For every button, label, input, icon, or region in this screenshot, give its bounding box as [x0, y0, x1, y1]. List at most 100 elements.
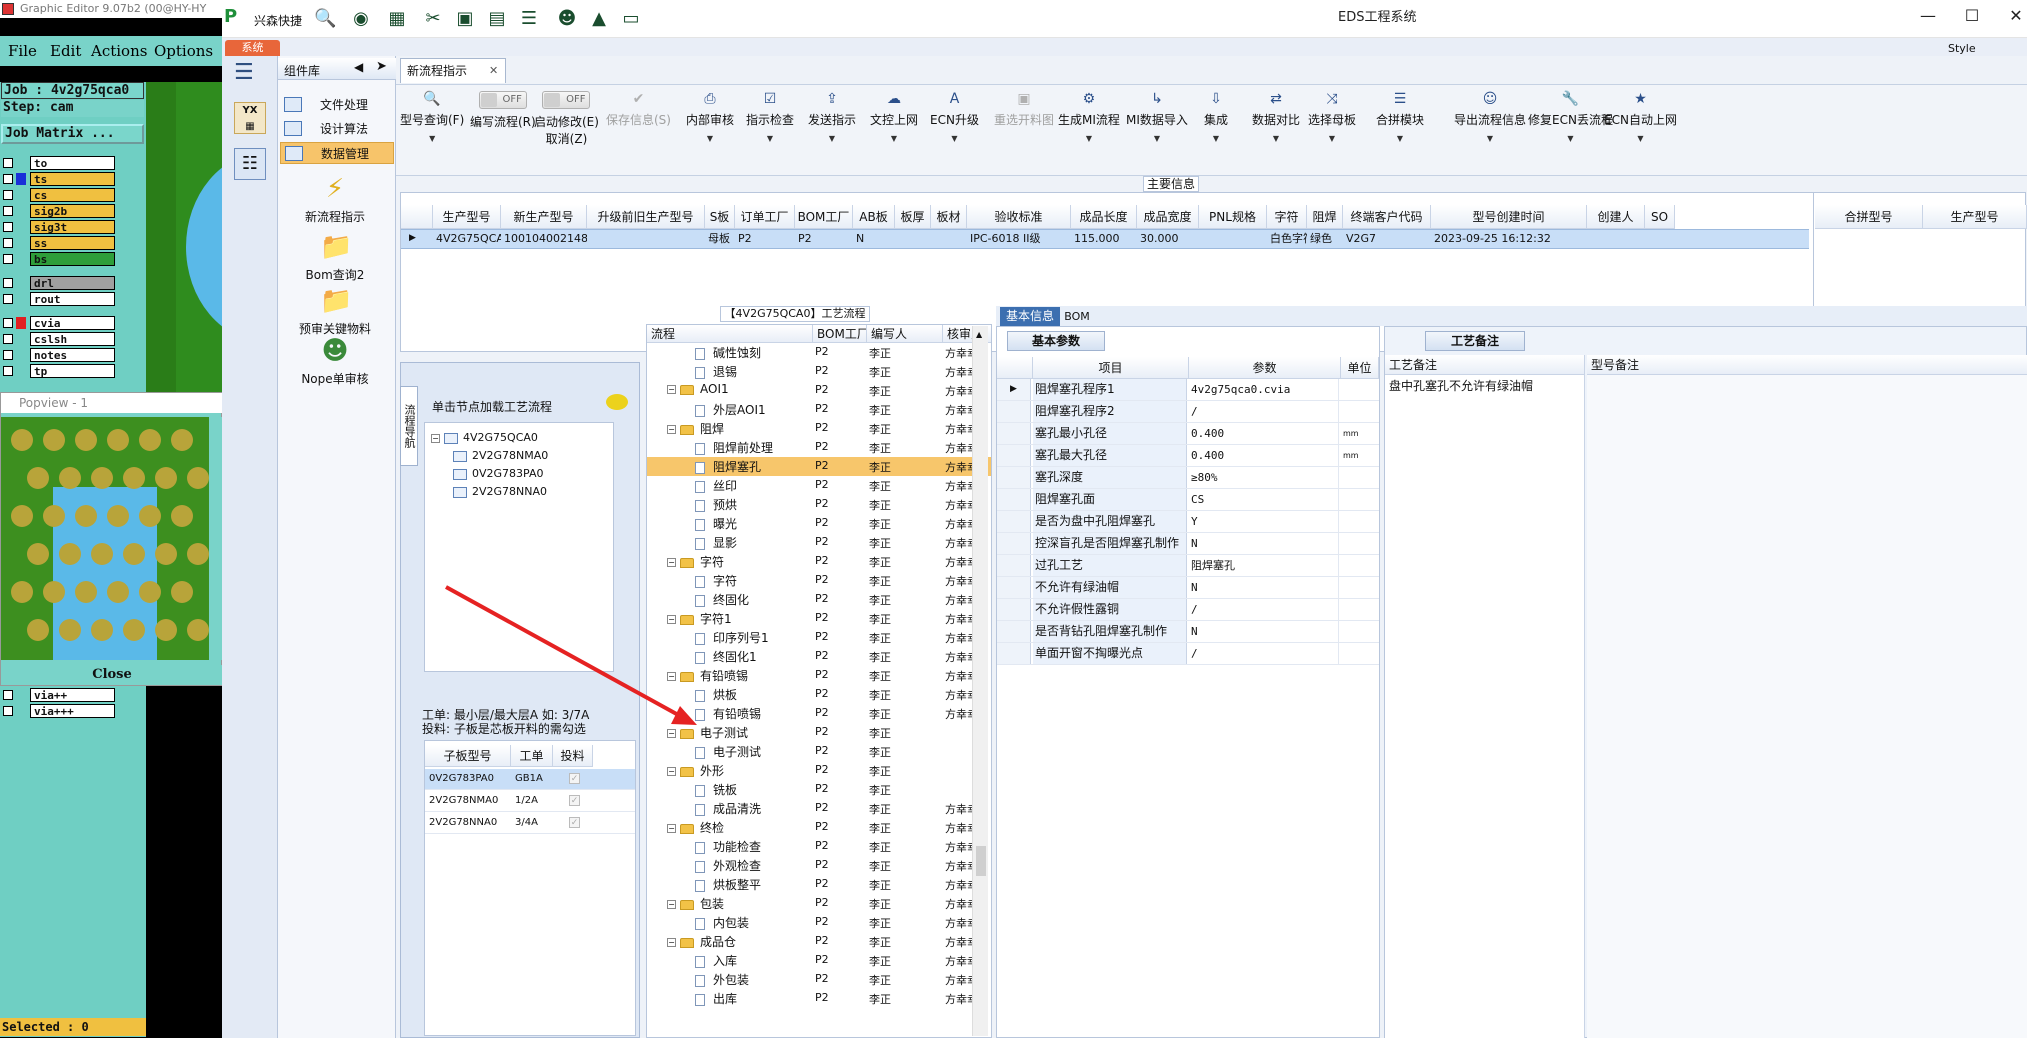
table-row[interactable]: 2V2G78NMA0 1/2A ✓ [425, 791, 635, 812]
grid-header[interactable]: 验收标准 [967, 205, 1071, 229]
tree-child-node[interactable]: 2V2G78NMA0 [453, 449, 548, 462]
new-process-instruction[interactable]: ⚡ 新流程指示 [278, 174, 392, 225]
grid-header[interactable]: 编写人 [867, 325, 943, 343]
process-row[interactable]: −AOI1P2李正方幸幸已审核 [647, 381, 991, 400]
toggle-switch[interactable]: OFF [542, 91, 591, 109]
process-row[interactable]: 成品清洗P2李正方幸幸已审核 [647, 799, 991, 818]
process-row[interactable]: −阻焊P2李正方幸幸已审核 [647, 419, 991, 438]
ribbon-button[interactable]: ⇪ 发送指示 ▼ [808, 91, 856, 143]
tree-root-node[interactable]: −4V2G75QCA0 [431, 431, 538, 444]
collapse-icon[interactable]: − [667, 938, 676, 947]
grid-header[interactable]: 合拼型号 [1815, 205, 1923, 229]
param-value[interactable]: ≥80% [1189, 467, 1339, 488]
param-value[interactable]: N [1189, 577, 1339, 598]
grid-header[interactable]: 子板型号 [425, 745, 511, 767]
grid-header[interactable]: 板厚 [895, 205, 931, 229]
ribbon-button[interactable]: ↳ MI数据导入 ▼ [1126, 91, 1188, 143]
film-icon[interactable]: ▣ [454, 8, 476, 30]
table-row[interactable]: 0V2G783PA0 GB1A ✓ [425, 769, 635, 790]
dropdown-arrow-icon[interactable]: ▼ [930, 134, 979, 143]
param-value[interactable]: Y [1189, 511, 1339, 532]
param-row[interactable]: 不允许有绿油帽 N [997, 577, 1379, 599]
layer-row[interactable]: tp [0, 364, 118, 378]
feed-checkbox-cell[interactable]: ✓ [565, 769, 589, 789]
job-matrix-button[interactable]: Job Matrix ... [1, 124, 144, 144]
process-row[interactable]: 功能检查P2李正方幸幸已审核 [647, 837, 991, 856]
process-row[interactable]: 铣板P2李正已编写 [647, 780, 991, 799]
system-tab[interactable]: 系统 [225, 40, 280, 56]
chat-bubble-icon[interactable] [606, 394, 628, 410]
layer-checkbox[interactable] [3, 158, 13, 168]
scroll-thumb[interactable] [976, 846, 986, 876]
param-row[interactable]: 过孔工艺 阻焊塞孔 [997, 555, 1379, 577]
ribbon-button[interactable]: OFF 编写流程(R) [470, 91, 536, 130]
popview-scrollbar[interactable] [209, 417, 222, 660]
layer-checkbox[interactable] [3, 174, 13, 184]
ribbon-button[interactable]: OFF 启动修改(E) 取消(Z) [534, 91, 599, 147]
grid-header[interactable]: BOM工厂 [795, 205, 853, 229]
grid-header[interactable]: S板 [705, 205, 735, 229]
layer-row[interactable]: cs [0, 188, 118, 202]
grid-header[interactable]: 单位 [1341, 357, 1379, 379]
process-row[interactable]: 丝印P2李正方幸幸已审核 [647, 476, 991, 495]
process-row[interactable]: 外观检查P2李正方幸幸已审核 [647, 856, 991, 875]
pre-review-key-materials[interactable]: 📁 预审关键物料 [278, 286, 392, 337]
dropdown-arrow-icon[interactable]: ▼ [400, 134, 464, 143]
toggle-switch[interactable]: OFF [478, 91, 527, 109]
ribbon-button[interactable]: ⇄ 数据对比 ▼ [1252, 91, 1300, 143]
grid-header[interactable]: 板材 [931, 205, 967, 229]
grid-header[interactable]: 新生产型号 [501, 205, 587, 229]
basic-params-tab[interactable]: 基本参数 [1007, 331, 1105, 351]
process-row[interactable]: −字符P2李正方幸幸已审核 [647, 552, 991, 571]
nav-item-file-processing[interactable]: 文件处理 [280, 94, 394, 116]
menu-edit[interactable]: Edit [50, 42, 81, 60]
ribbon-button[interactable]: ▣ 重选开料图 [994, 91, 1054, 128]
process-row[interactable]: 出库P2李正方幸幸已审核 [647, 989, 991, 1008]
grid-header[interactable]: 生产型号 [433, 205, 501, 229]
process-row[interactable]: −成品仓P2李正方幸幸已审核 [647, 932, 991, 951]
database-icon[interactable]: ☷ [234, 148, 266, 180]
dropdown-arrow-icon[interactable]: ▼ [686, 134, 734, 143]
ribbon-button[interactable]: ☑ 指示检查 ▼ [746, 91, 794, 143]
param-row[interactable]: 单面开窗不掏曝光点 / [997, 643, 1379, 665]
grid-header[interactable]: 项目 [1033, 357, 1189, 379]
layer-checkbox[interactable] [3, 278, 13, 288]
hamburger-icon[interactable]: ☰ [234, 62, 264, 84]
collapse-icon[interactable]: − [667, 385, 676, 394]
param-row[interactable]: 塞孔深度 ≥80% [997, 467, 1379, 489]
dropdown-arrow-icon[interactable]: ▼ [808, 134, 856, 143]
popview-close-button[interactable]: Close [1, 665, 222, 685]
process-row[interactable]: 内包装P2李正方幸幸已审核 [647, 913, 991, 932]
feed-checkbox[interactable]: ✓ [569, 795, 580, 806]
param-value[interactable]: / [1189, 401, 1339, 422]
layer-row[interactable]: cvia [0, 316, 118, 330]
menu-actions[interactable]: Actions [91, 42, 147, 60]
param-row[interactable]: 塞孔最小孔径 0.400 mm [997, 423, 1379, 445]
grid-header[interactable]: 型号创建时间 [1431, 205, 1587, 229]
nav-item-design-algorithm[interactable]: 设计算法 [280, 118, 394, 140]
process-row[interactable]: 显影P2李正方幸幸已审核 [647, 533, 991, 552]
grid-header[interactable]: 流程 [647, 325, 813, 343]
process-row[interactable]: 外包装P2李正方幸幸已审核 [647, 970, 991, 989]
ribbon-button[interactable]: A ECN升级 ▼ [930, 91, 979, 143]
process-row[interactable]: −终检P2李正方幸幸已审核 [647, 818, 991, 837]
param-value[interactable]: 0.400 [1189, 423, 1339, 444]
ribbon-button[interactable]: ⤨ 选择母板 ▼ [1308, 91, 1356, 143]
param-row[interactable]: 控深盲孔是否阻焊塞孔制作 N [997, 533, 1379, 555]
menu-file[interactable]: File [8, 42, 37, 60]
process-row[interactable]: 外层AOI1P2李正方幸幸已审核 [647, 400, 991, 419]
tree-child-node[interactable]: 0V2G783PA0 [453, 467, 544, 480]
grid-header[interactable]: BOM工厂 [813, 325, 867, 343]
process-row[interactable]: −外形P2李正已编写 [647, 761, 991, 780]
process-row[interactable]: 阻焊塞孔P2李正方幸幸已审核 [647, 457, 991, 476]
process-scrollbar[interactable]: ▲ [972, 326, 988, 1036]
dropdown-arrow-icon[interactable]: ▼ [1058, 134, 1120, 143]
dropdown-arrow-icon[interactable]: ▼ [1454, 134, 1526, 143]
dropdown-arrow-icon[interactable]: ▼ [746, 134, 794, 143]
dropdown-arrow-icon[interactable]: ▼ [1528, 134, 1613, 143]
collapse-icon[interactable]: − [667, 672, 676, 681]
collapse-icon[interactable]: − [667, 729, 676, 738]
feed-checkbox-cell[interactable]: ✓ [565, 813, 589, 833]
nav-item-data-management[interactable]: 数据管理 [280, 142, 394, 164]
layer-checkbox[interactable] [3, 254, 13, 264]
